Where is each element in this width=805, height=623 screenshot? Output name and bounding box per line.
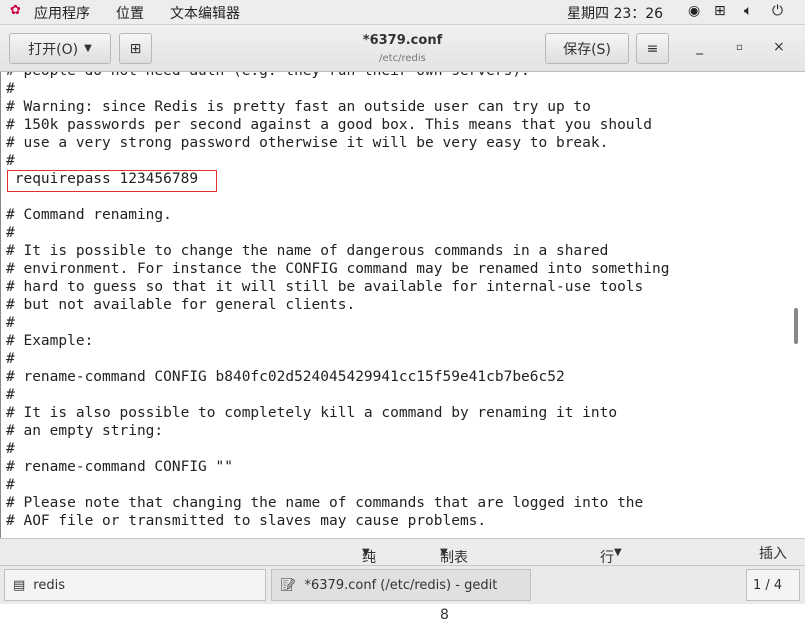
open-button[interactable]: 打开(O) ▼: [9, 33, 111, 64]
editor-line: # but not available for general clients.: [6, 297, 356, 313]
maximize-button[interactable]: ▫: [736, 42, 743, 53]
file-manager-icon: ▤: [13, 577, 26, 593]
chevron-down-icon: ▼: [84, 43, 92, 54]
chevron-down-icon: ▼: [362, 547, 370, 558]
workspace-label: 1 / 4: [753, 577, 783, 593]
editor-line: # rename-command CONFIG b840fc02d5240454…: [6, 369, 565, 385]
highlight-box: [7, 170, 217, 192]
menu-text-editor[interactable]: 文本编辑器: [170, 3, 240, 23]
editor-line: # rename-command CONFIG "": [6, 459, 233, 475]
menu-button[interactable]: ≡: [636, 33, 669, 64]
new-document-icon: ⊞: [129, 40, 142, 57]
editor-line: # Command renaming.: [6, 207, 172, 223]
close-button[interactable]: ×: [773, 39, 785, 55]
editor-line: #: [6, 153, 15, 169]
hamburger-icon: ≡: [646, 40, 659, 57]
save-button[interactable]: 保存(S): [545, 33, 629, 64]
document-title: *6379.conf: [362, 33, 443, 48]
task-label: *6379.conf (/etc/redis) - gedit: [304, 577, 498, 593]
editor-line: # It is possible to change the name of d…: [6, 243, 609, 259]
menu-applications[interactable]: 应用程序: [34, 3, 90, 23]
editor-line: # It is also possible to completely kill…: [6, 405, 618, 421]
insert-mode[interactable]: 插入: [759, 543, 787, 563]
editor-line: # AOF file or transmitted to slaves may …: [6, 513, 487, 529]
editor-line: # 150k passwords per second against a go…: [6, 117, 653, 133]
editor-line: #: [6, 81, 15, 97]
save-label: 保存(S): [563, 41, 611, 58]
editor-line: # use a very strong password otherwise i…: [6, 135, 609, 151]
chevron-down-icon: ▼: [614, 547, 622, 558]
editor-line: # Warning: since Redis is pretty fast an…: [6, 99, 591, 115]
top-panel: ✿ 应用程序 位置 文本编辑器 星期四 23：26 ◉ ⊞ 🔈︎ ⏻: [0, 0, 805, 25]
status-bar: 纯文本 ▼ 制表符宽度：8 ▼ 行 504，列 42 ▼ 插入: [0, 538, 805, 623]
editor-line: # environment. For instance the CONFIG c…: [6, 261, 670, 277]
text-editor-icon: 📝︎: [280, 577, 297, 593]
volume-icon[interactable]: 🔈︎: [744, 3, 752, 19]
chevron-down-icon: ▼: [440, 547, 448, 558]
menu-places[interactable]: 位置: [116, 3, 144, 23]
accessibility-icon[interactable]: ◉: [688, 3, 700, 19]
editor-line: # hard to guess so that it will still be…: [6, 279, 644, 295]
editor-line: #: [6, 387, 15, 403]
apps-logo-icon: ✿: [10, 3, 21, 18]
taskbar: ▤ redis 📝︎ *6379.conf (/etc/redis) - gedit…: [0, 565, 805, 604]
power-icon[interactable]: ⏻: [772, 3, 783, 19]
minimize-button[interactable]: _: [696, 39, 703, 55]
header-bar: 打开(O) ▼ ⊞ *6379.conf /etc/redis 保存(S) ≡ _…: [0, 25, 805, 72]
clock[interactable]: 星期四 23：26: [567, 3, 663, 23]
editor-line: #: [6, 315, 15, 331]
text-editor[interactable]: # people do not need auth (e.g. they run…: [0, 72, 800, 538]
editor-line: #: [6, 441, 15, 457]
open-label: 打开(O): [28, 41, 79, 58]
workspace-switcher[interactable]: 1 / 4: [746, 569, 800, 601]
editor-line: # people do not need auth (e.g. they run…: [6, 72, 669, 80]
new-document-button[interactable]: ⊞: [119, 33, 152, 64]
task-redis[interactable]: ▤ redis: [4, 569, 266, 601]
scrollbar[interactable]: [794, 308, 798, 344]
task-gedit[interactable]: 📝︎ *6379.conf (/etc/redis) - gedit: [271, 569, 531, 601]
editor-line: #: [6, 225, 15, 241]
editor-line: #: [6, 351, 15, 367]
editor-line: # Please note that changing the name of …: [6, 495, 644, 511]
document-path: /etc/redis: [379, 53, 426, 64]
editor-line: # Example:: [6, 333, 94, 349]
task-label: redis: [33, 577, 65, 593]
editor-lines: # people do not need auth (e.g. they run…: [6, 72, 669, 530]
editor-line: # an empty string:: [6, 423, 164, 439]
network-icon[interactable]: ⊞: [714, 3, 726, 19]
editor-line: #: [6, 477, 15, 493]
